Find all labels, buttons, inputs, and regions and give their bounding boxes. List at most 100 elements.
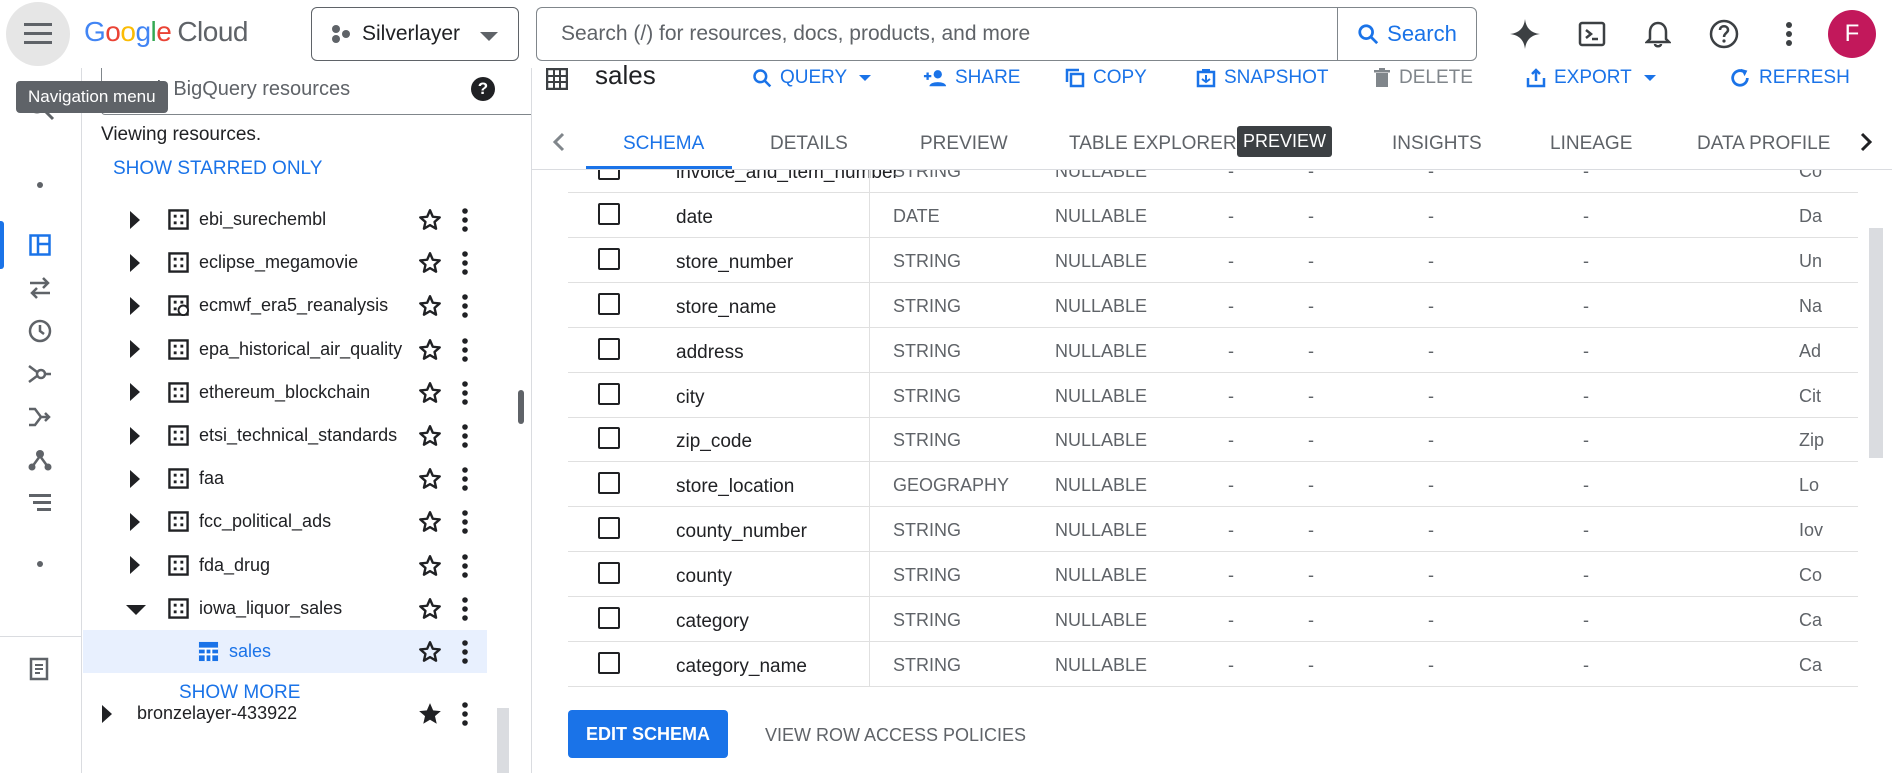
kebab-icon[interactable] xyxy=(461,510,469,535)
dataset-row[interactable]: faa xyxy=(83,457,487,500)
chevron-left-icon[interactable] xyxy=(546,128,574,156)
rail-scheduled-queries-button[interactable] xyxy=(20,311,60,351)
account-avatar[interactable]: F xyxy=(1828,10,1876,58)
show-starred-only-link[interactable]: SHOW STARRED ONLY xyxy=(113,158,322,180)
row-checkbox[interactable] xyxy=(598,202,620,225)
google-cloud-logo[interactable]: Google Cloud xyxy=(84,16,248,48)
star-outline-icon[interactable] xyxy=(417,337,443,363)
dataset-label[interactable]: fda_drug xyxy=(199,555,270,576)
dataset-label[interactable]: eclipse_megamovie xyxy=(199,252,358,273)
row-checkbox[interactable] xyxy=(598,517,620,540)
kebab-icon[interactable] xyxy=(461,640,469,664)
chevron-right-icon[interactable] xyxy=(1851,128,1879,156)
kebab-icon[interactable] xyxy=(461,208,469,232)
tab-details[interactable]: DETAILS xyxy=(770,133,848,155)
collapse-arrow-icon[interactable] xyxy=(126,605,146,616)
star-outline-icon[interactable] xyxy=(417,293,443,319)
rail-settings-button[interactable] xyxy=(20,483,60,523)
row-checkbox[interactable] xyxy=(598,427,620,450)
row-checkbox[interactable] xyxy=(598,170,620,180)
project-row[interactable]: bronzelayer-433922 xyxy=(83,692,487,735)
dataset-label[interactable]: iowa_liquor_sales xyxy=(199,598,342,619)
action-copy-button[interactable]: COPY xyxy=(1065,67,1147,88)
star-outline-icon[interactable] xyxy=(417,250,443,276)
expand-arrow-icon[interactable] xyxy=(130,296,140,315)
schema-scrollbar[interactable] xyxy=(1869,228,1883,458)
dataset-label[interactable]: fcc_political_ads xyxy=(199,511,331,532)
tab-preview[interactable]: PREVIEW xyxy=(920,133,1008,155)
kebab-icon[interactable] xyxy=(461,294,469,319)
explorer-resize-handle[interactable] xyxy=(518,390,524,424)
help-icon[interactable]: ? xyxy=(471,77,495,101)
table-label[interactable]: sales xyxy=(229,641,271,662)
star-outline-icon[interactable] xyxy=(417,423,443,449)
expand-arrow-icon[interactable] xyxy=(102,704,112,723)
kebab-icon[interactable] xyxy=(461,251,469,275)
help-button[interactable] xyxy=(1704,14,1744,54)
dataset-label[interactable]: ebi_surechembl xyxy=(199,209,326,230)
kebab-icon[interactable] xyxy=(461,380,469,405)
row-checkbox[interactable] xyxy=(598,292,620,315)
search-button[interactable]: Search xyxy=(1337,7,1477,61)
star-outline-icon[interactable] xyxy=(417,207,443,233)
star-outline-icon[interactable] xyxy=(417,380,443,406)
explorer-scrollbar[interactable] xyxy=(497,708,509,773)
explorer-search-input[interactable]: rch BigQuery resources xyxy=(101,68,595,115)
expand-arrow-icon[interactable] xyxy=(130,512,140,531)
rail-analytics-hub-button[interactable] xyxy=(20,354,60,394)
star-outline-icon[interactable] xyxy=(417,596,443,622)
edit-schema-button[interactable]: EDIT SCHEMA xyxy=(568,710,728,758)
rail-partner-center-button[interactable] xyxy=(20,440,60,480)
dataset-label[interactable]: ethereum_blockchain xyxy=(199,382,370,403)
kebab-icon[interactable] xyxy=(461,553,469,578)
row-checkbox[interactable] xyxy=(598,651,620,674)
dataset-row[interactable]: iowa_liquor_sales xyxy=(83,587,487,630)
dataset-row[interactable]: fda_drug xyxy=(83,544,487,587)
row-checkbox[interactable] xyxy=(598,337,620,360)
action-delete-button[interactable]: DELETE xyxy=(1373,67,1473,88)
project-picker[interactable]: Silverlayer xyxy=(311,7,519,61)
cloud-shell-button[interactable] xyxy=(1572,14,1612,54)
tab-table-explorer[interactable]: TABLE EXPLORER xyxy=(1069,133,1237,155)
row-checkbox[interactable] xyxy=(598,472,620,495)
action-snapshot-button[interactable]: SNAPSHOT xyxy=(1196,67,1329,88)
star-filled-icon[interactable] xyxy=(417,701,443,727)
more-options-button[interactable] xyxy=(1769,14,1809,54)
dataset-row[interactable]: etsi_technical_standards xyxy=(83,414,487,457)
dataset-row[interactable]: ethereum_blockchain xyxy=(83,371,487,414)
dataset-row[interactable]: fcc_political_ads xyxy=(83,500,487,543)
notifications-button[interactable] xyxy=(1638,14,1678,54)
kebab-icon[interactable] xyxy=(461,702,469,726)
navigation-menu-button[interactable] xyxy=(6,2,70,66)
expand-arrow-icon[interactable] xyxy=(130,469,140,488)
gemini-button[interactable] xyxy=(1505,14,1545,54)
expand-arrow-icon[interactable] xyxy=(130,340,140,359)
dataset-label[interactable]: epa_historical_air_quality xyxy=(199,339,402,360)
row-checkbox[interactable] xyxy=(598,607,620,629)
action-export-button[interactable]: EXPORT xyxy=(1526,67,1656,88)
dataset-label[interactable]: etsi_technical_standards xyxy=(199,425,397,446)
rail-release-notes-button[interactable] xyxy=(20,649,60,689)
table-row-selected[interactable]: sales xyxy=(83,630,487,673)
search-input[interactable] xyxy=(536,7,1337,61)
tab-lineage[interactable]: LINEAGE xyxy=(1550,133,1632,155)
dataset-label[interactable]: faa xyxy=(199,468,224,489)
star-outline-icon[interactable] xyxy=(417,639,443,665)
tab-schema[interactable]: SCHEMA xyxy=(623,133,704,155)
star-outline-icon[interactable] xyxy=(417,466,443,492)
dataset-label[interactable]: ecmwf_era5_reanalysis xyxy=(199,295,388,316)
action-refresh-button[interactable]: REFRESH xyxy=(1729,67,1850,88)
row-checkbox[interactable] xyxy=(598,382,620,405)
dataset-row[interactable]: ebi_surechembl xyxy=(83,198,487,241)
dataset-row[interactable]: eclipse_megamovie xyxy=(83,241,487,284)
view-row-access-policies-link[interactable]: VIEW ROW ACCESS POLICIES xyxy=(765,725,1026,746)
expand-arrow-icon[interactable] xyxy=(130,210,140,229)
action-share-button[interactable]: SHARE xyxy=(923,67,1020,88)
expand-arrow-icon[interactable] xyxy=(130,556,140,575)
dataset-row[interactable]: epa_historical_air_quality xyxy=(83,328,487,371)
rail-dataform-button[interactable] xyxy=(20,397,60,437)
row-checkbox[interactable] xyxy=(598,247,620,270)
expand-arrow-icon[interactable] xyxy=(130,383,140,402)
star-outline-icon[interactable] xyxy=(417,553,443,579)
row-checkbox[interactable] xyxy=(598,562,620,585)
